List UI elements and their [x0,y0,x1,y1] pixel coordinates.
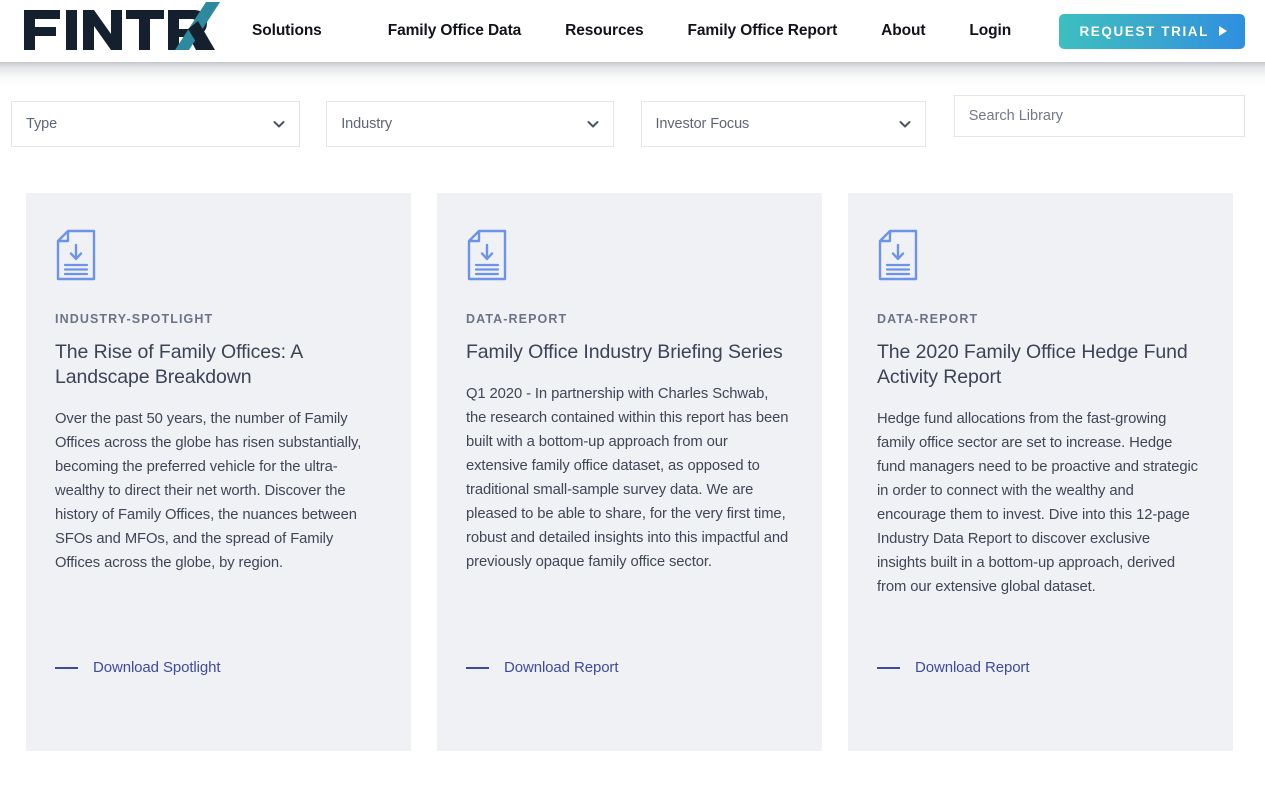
filter-industry-dropdown[interactable]: Industry [326,101,614,147]
document-download-icon [877,229,1203,286]
request-trial-button[interactable]: REQUEST TRIAL [1059,13,1245,49]
nav-item-family-office-data[interactable]: Family Office Data [388,22,522,40]
main-navigation: Solutions Family Office Data Resources F… [252,22,1031,40]
nav-item-login[interactable]: Login [969,22,1011,40]
filter-industry-label: Industry [341,116,393,132]
card-download-link[interactable]: Download Report [466,659,619,676]
nav-item-resources[interactable]: Resources [565,22,643,40]
card-title: The Rise of Family Offices: A Landscape … [55,341,303,388]
filter-type-dropdown[interactable]: Type [11,101,301,147]
card-download-link[interactable]: Download Spotlight [55,659,221,676]
chevron-down-icon [273,121,285,128]
dash-icon [466,666,489,669]
triangle-right-icon [1219,26,1227,36]
filter-investor-focus-label: Investor Focus [655,116,750,132]
card-body: Hedge fund allocations from the fast-gro… [877,411,1198,595]
card-download-label: Download Report [915,659,1030,676]
nav-item-about[interactable]: About [881,22,925,40]
document-download-icon [55,229,381,286]
card-category: INDUSTRY-SPOTLIGHT [55,312,214,326]
card-download-label: Download Report [504,659,619,676]
card-download-label: Download Spotlight [93,659,221,676]
resource-card[interactable]: INDUSTRY-SPOTLIGHT The Rise of Family Of… [26,193,411,751]
card-title: Family Office Industry Briefing Series [466,341,783,363]
request-trial-label: REQUEST TRIAL [1079,23,1209,39]
dash-icon [55,666,78,669]
card-download-link[interactable]: Download Report [877,659,1030,676]
card-category: DATA-REPORT [466,312,568,326]
fintrx-logo-icon [24,2,220,50]
card-body: Over the past 50 years, the number of Fa… [55,411,362,571]
filter-bar: Type Industry Investor Focus [0,62,1265,149]
brand-logo[interactable] [12,0,222,62]
resource-card[interactable]: DATA-REPORT Family Office Industry Brief… [437,193,822,751]
search-input[interactable] [968,108,1230,124]
nav-item-family-office-report[interactable]: Family Office Report [688,22,838,40]
card-body: Q1 2020 - In partnership with Charles Sc… [466,386,789,570]
search-library-field[interactable] [953,95,1245,137]
dash-icon [877,666,900,669]
resource-card-grid: INDUSTRY-SPOTLIGHT The Rise of Family Of… [0,193,1265,751]
nav-item-solutions[interactable]: Solutions [252,22,322,40]
resource-card[interactable]: DATA-REPORT The 2020 Family Office Hedge… [848,193,1233,751]
chevron-down-icon [899,121,911,128]
chevron-down-icon [587,121,598,128]
site-header: Solutions Family Office Data Resources F… [0,0,1265,88]
filter-investor-focus-dropdown[interactable]: Investor Focus [640,101,926,147]
card-title: The 2020 Family Office Hedge Fund Activi… [877,341,1188,388]
filter-type-label: Type [26,116,58,132]
header-actions: REQUEST TRIAL [1031,13,1245,49]
card-category: DATA-REPORT [877,312,979,326]
document-download-icon [466,229,792,286]
